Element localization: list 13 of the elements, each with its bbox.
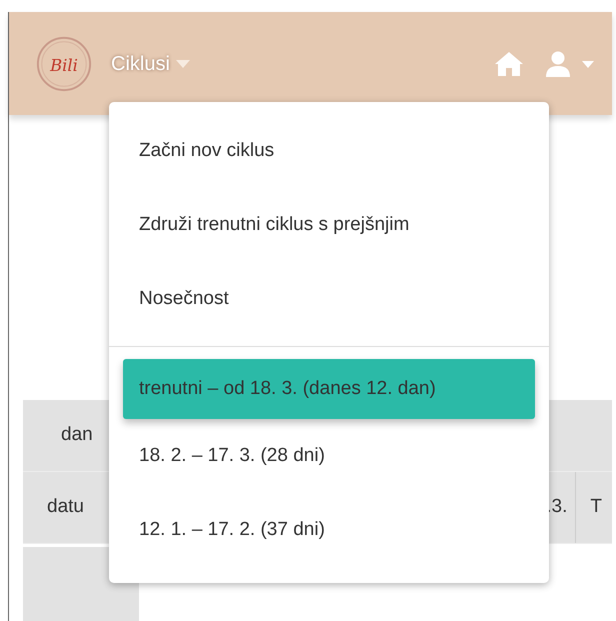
menu-item[interactable]: Začni nov ciklus [109, 114, 549, 188]
table-cell: T [575, 472, 602, 543]
home-icon[interactable] [494, 50, 524, 76]
cycle-item[interactable]: trenutni – od 18. 3. (danes 12. dan) [123, 359, 535, 419]
cycle-item[interactable]: 12. 1. – 17. 2. (37 dni) [123, 493, 535, 567]
menu-item[interactable]: Nosečnost [109, 262, 549, 336]
user-menu-icon[interactable] [546, 50, 594, 76]
menu-item[interactable]: Združi trenutni ciklus s prejšnjim [109, 188, 549, 262]
caret-icon [176, 60, 190, 68]
table-cell-text: datu [47, 495, 84, 520]
table-cell-text: dan [61, 423, 93, 448]
cycle-item[interactable]: 18. 2. – 17. 3. (28 dni) [123, 419, 535, 493]
table-cell-text: .3. [546, 495, 568, 520]
